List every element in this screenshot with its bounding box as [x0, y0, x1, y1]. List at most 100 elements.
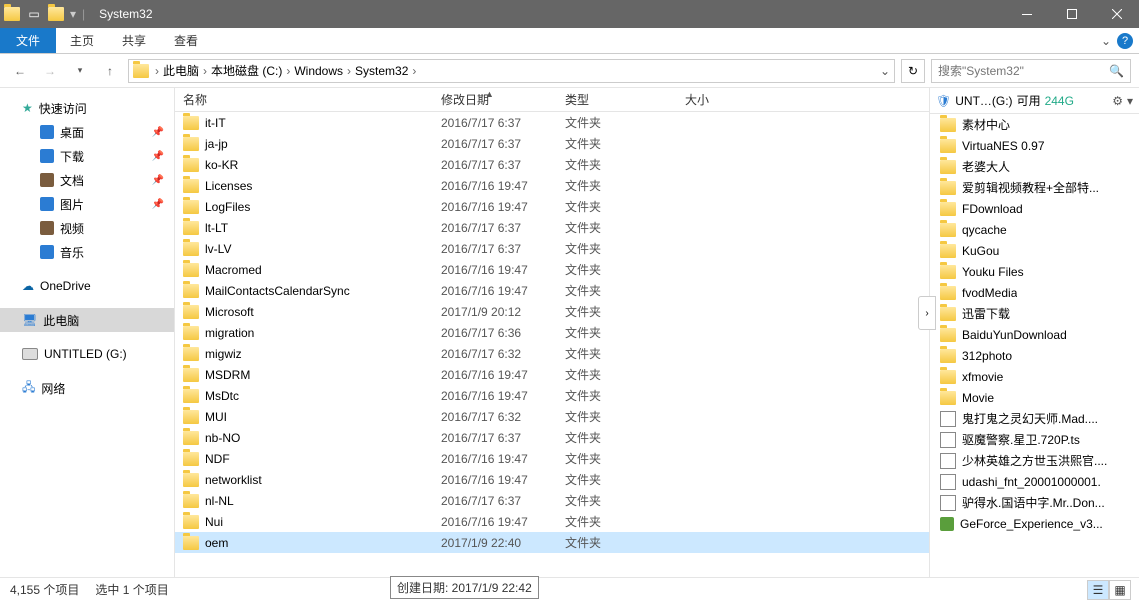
file-row[interactable]: it-IT2016/7/17 6:37文件夹 [175, 112, 929, 133]
details-view-button[interactable]: ☰ [1087, 580, 1109, 600]
crumb-system32[interactable]: System32 [353, 64, 410, 78]
tab-share[interactable]: 共享 [108, 28, 160, 53]
chevron-right-icon[interactable]: › [201, 64, 209, 78]
file-row[interactable]: LogFiles2016/7/16 19:47文件夹 [175, 196, 929, 217]
column-name[interactable]: 名称 [175, 91, 433, 108]
chevron-right-icon[interactable]: › [284, 64, 292, 78]
gear-icon[interactable]: ⚙ [1112, 94, 1123, 108]
nav-quick-item[interactable]: 视频 [0, 216, 174, 240]
preview-item[interactable]: Movie [930, 387, 1139, 408]
search-icon[interactable]: 🔍 [1109, 64, 1124, 78]
preview-item[interactable]: 老婆大人 [930, 156, 1139, 177]
qat-dropdown-icon[interactable]: ▾ [70, 7, 76, 21]
preview-item[interactable]: GeForce_Experience_v3... [930, 513, 1139, 534]
preview-item[interactable]: KuGou [930, 240, 1139, 261]
preview-item[interactable]: qycache [930, 219, 1139, 240]
crumb-thispc[interactable]: 此电脑 [161, 62, 201, 79]
preview-item[interactable]: Youku Files [930, 261, 1139, 282]
nav-quick-access[interactable]: ★ 快速访问 [0, 96, 174, 120]
nav-quick-item[interactable]: 文档📌 [0, 168, 174, 192]
column-type[interactable]: 类型 [557, 91, 677, 108]
ribbon-expand-icon[interactable]: ⌄ [1101, 34, 1111, 48]
preview-item[interactable]: 素材中心 [930, 114, 1139, 135]
preview-item[interactable]: 驱魔警察.星卫.720P.ts [930, 429, 1139, 450]
preview-list[interactable]: 素材中心VirtuaNES 0.97老婆大人爱剪辑视频教程+全部特...FDow… [930, 114, 1139, 577]
file-row[interactable]: lt-LT2016/7/17 6:37文件夹 [175, 217, 929, 238]
crumb-drive-c[interactable]: 本地磁盘 (C:) [209, 62, 284, 79]
navigation-pane[interactable]: ★ 快速访问 桌面📌下载📌文档📌图片📌视频音乐 ☁ OneDrive 🖥 此电脑… [0, 88, 175, 577]
crumb-windows[interactable]: Windows [292, 64, 345, 78]
address-bar[interactable]: › 此电脑 › 本地磁盘 (C:) › Windows › System32 ›… [128, 59, 895, 83]
preview-item[interactable]: udashi_fnt_20001000001. [930, 471, 1139, 492]
nav-quick-item[interactable]: 音乐 [0, 240, 174, 264]
tab-view[interactable]: 查看 [160, 28, 212, 53]
column-size[interactable]: 大小 [677, 91, 777, 108]
file-row[interactable]: ko-KR2016/7/17 6:37文件夹 [175, 154, 929, 175]
folder-icon [183, 452, 199, 466]
file-type: 文件夹 [557, 240, 677, 257]
qat-newfolder-icon[interactable] [48, 6, 64, 22]
preview-item[interactable]: 驴得水.国语中字.Mr..Don... [930, 492, 1139, 513]
up-button[interactable]: ↑ [98, 59, 122, 83]
search-box[interactable]: 🔍 [931, 59, 1131, 83]
preview-item[interactable]: BaiduYunDownload [930, 324, 1139, 345]
close-button[interactable] [1094, 0, 1139, 28]
chevron-down-icon[interactable]: ▾ [1127, 94, 1133, 108]
icons-view-button[interactable]: ▦ [1109, 580, 1131, 600]
file-row[interactable]: ja-jp2016/7/17 6:37文件夹 [175, 133, 929, 154]
file-row[interactable]: nb-NO2016/7/17 6:37文件夹 [175, 427, 929, 448]
preview-item[interactable]: 迅雷下载 [930, 303, 1139, 324]
qat-properties-icon[interactable]: ▭ [26, 6, 42, 22]
nav-onedrive[interactable]: ☁ OneDrive [0, 274, 174, 298]
file-list[interactable]: it-IT2016/7/17 6:37文件夹ja-jp2016/7/17 6:3… [175, 112, 929, 577]
file-row[interactable]: Licenses2016/7/16 19:47文件夹 [175, 175, 929, 196]
minimize-button[interactable] [1004, 0, 1049, 28]
nav-network[interactable]: 🖧 网络 [0, 376, 174, 400]
nav-quick-item[interactable]: 下载📌 [0, 144, 174, 168]
preview-item[interactable]: VirtuaNES 0.97 [930, 135, 1139, 156]
preview-item[interactable]: fvodMedia [930, 282, 1139, 303]
forward-button[interactable]: → [38, 59, 62, 83]
recent-dropdown[interactable]: ▾ [68, 59, 92, 83]
preview-item[interactable]: 爱剪辑视频教程+全部特... [930, 177, 1139, 198]
folder-icon [183, 389, 199, 403]
drive-label[interactable]: UNT…(G:) [955, 94, 1012, 108]
back-button[interactable]: ← [8, 59, 32, 83]
file-tab[interactable]: 文件 [0, 28, 56, 53]
nav-quick-item[interactable]: 图片📌 [0, 192, 174, 216]
tab-home[interactable]: 主页 [56, 28, 108, 53]
file-row[interactable]: MsDtc2016/7/16 19:47文件夹 [175, 385, 929, 406]
address-dropdown-icon[interactable]: ⌄ [880, 64, 890, 78]
file-row[interactable]: MUI2016/7/17 6:32文件夹 [175, 406, 929, 427]
folder-icon [183, 284, 199, 298]
maximize-button[interactable] [1049, 0, 1094, 28]
chevron-right-icon[interactable]: › [410, 64, 418, 78]
chevron-right-icon[interactable]: › [345, 64, 353, 78]
help-icon[interactable]: ? [1117, 33, 1133, 49]
shield-icon: 🛡 [936, 94, 951, 108]
preview-item[interactable]: 鬼打鬼之灵幻天师.Mad.... [930, 408, 1139, 429]
preview-item[interactable]: 少林英雄之方世玉洪熙官.... [930, 450, 1139, 471]
nav-this-pc[interactable]: 🖥 此电脑 [0, 308, 174, 332]
file-row[interactable]: Microsoft2017/1/9 20:12文件夹 [175, 301, 929, 322]
file-row[interactable]: Nui2016/7/16 19:47文件夹 [175, 511, 929, 532]
file-row[interactable]: migration2016/7/17 6:36文件夹 [175, 322, 929, 343]
preview-item[interactable]: 312photo [930, 345, 1139, 366]
refresh-button[interactable]: ↻ [901, 59, 925, 83]
column-date[interactable]: 修改日期 [433, 91, 557, 108]
file-row[interactable]: lv-LV2016/7/17 6:37文件夹 [175, 238, 929, 259]
file-row[interactable]: MailContactsCalendarSync2016/7/16 19:47文… [175, 280, 929, 301]
chevron-right-icon[interactable]: › [153, 64, 161, 78]
file-row[interactable]: NDF2016/7/16 19:47文件夹 [175, 448, 929, 469]
file-row[interactable]: networklist2016/7/16 19:47文件夹 [175, 469, 929, 490]
file-row[interactable]: Macromed2016/7/16 19:47文件夹 [175, 259, 929, 280]
file-row[interactable]: migwiz2016/7/17 6:32文件夹 [175, 343, 929, 364]
preview-item[interactable]: FDownload [930, 198, 1139, 219]
file-row[interactable]: nl-NL2016/7/17 6:37文件夹 [175, 490, 929, 511]
file-row[interactable]: MSDRM2016/7/16 19:47文件夹 [175, 364, 929, 385]
nav-quick-item[interactable]: 桌面📌 [0, 120, 174, 144]
nav-untitled-drive[interactable]: UNTITLED (G:) [0, 342, 174, 366]
file-row[interactable]: oem2017/1/9 22:40文件夹 [175, 532, 929, 553]
preview-item[interactable]: xfmovie [930, 366, 1139, 387]
search-input[interactable] [938, 64, 1109, 78]
